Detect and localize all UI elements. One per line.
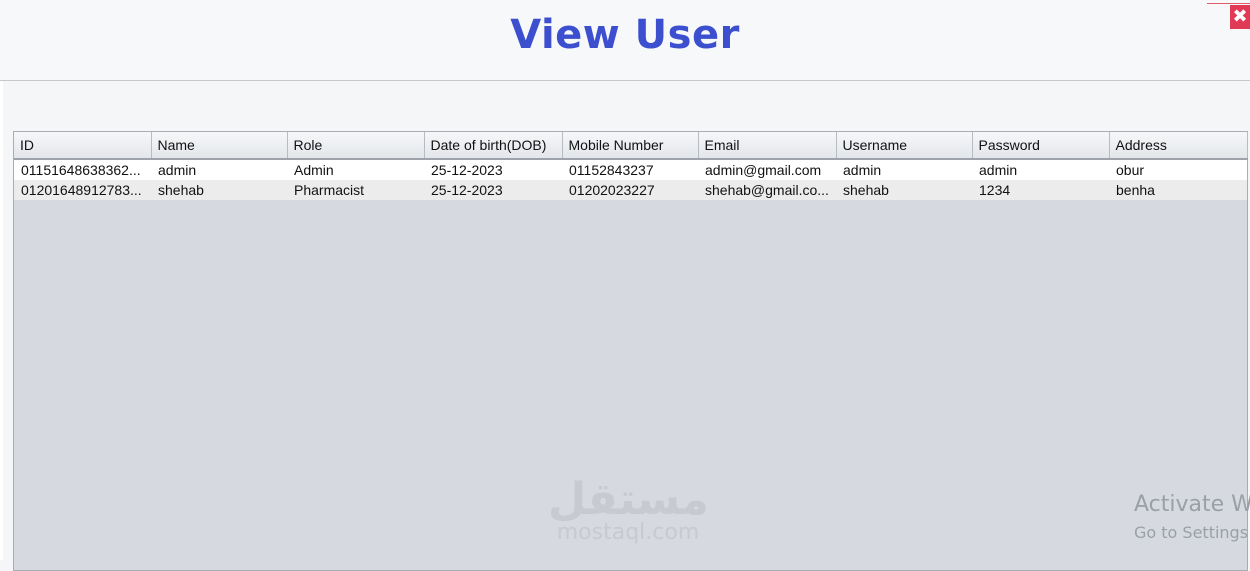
cell-password[interactable]: admin	[972, 159, 1109, 180]
cell-username[interactable]: admin	[836, 159, 972, 180]
cell-name[interactable]: admin	[151, 159, 287, 180]
cell-dob[interactable]: 25-12-2023	[424, 180, 562, 200]
cell-email[interactable]: shehab@gmail.co...	[698, 180, 836, 200]
cell-address[interactable]: obur	[1109, 159, 1247, 180]
cell-mobile[interactable]: 01202023227	[562, 180, 698, 200]
column-header-dob[interactable]: Date of birth(DOB)	[424, 132, 563, 160]
cell-email[interactable]: admin@gmail.com	[698, 159, 836, 180]
table-row[interactable]: 01151648638362... admin Admin 25-12-2023…	[14, 159, 1247, 180]
close-button-border	[1207, 3, 1250, 4]
column-header-name[interactable]: Name	[151, 132, 288, 160]
cell-password[interactable]: 1234	[972, 180, 1109, 200]
cell-address[interactable]: benha	[1109, 180, 1247, 200]
mostaql-watermark: مستقل mostaql.com	[548, 474, 709, 546]
column-header-username[interactable]: Username	[836, 132, 973, 160]
activation-subtitle: Go to Settings	[1134, 523, 1249, 542]
column-header-password[interactable]: Password	[972, 132, 1110, 160]
column-header-email[interactable]: Email	[698, 132, 837, 160]
page-title: View User	[510, 12, 740, 58]
table-header-row: ID Name Role Date of birth(DOB) Mobile N…	[14, 132, 1248, 160]
column-header-id[interactable]: ID	[14, 132, 152, 160]
column-header-address[interactable]: Address	[1109, 132, 1248, 160]
window-header: View User	[0, 0, 1250, 81]
watermark-arabic-text: مستقل	[548, 474, 709, 525]
column-header-role[interactable]: Role	[287, 132, 425, 160]
activation-title: Activate W	[1134, 492, 1250, 517]
table-row[interactable]: 01201648912783... shehab Pharmacist 25-1…	[14, 180, 1247, 200]
windows-activation-notice: Activate W Go to Settings	[1134, 492, 1250, 542]
cell-id[interactable]: 01201648912783...	[14, 180, 151, 200]
cell-username[interactable]: shehab	[836, 180, 972, 200]
watermark-latin-text: mostaql.com	[556, 520, 700, 545]
cell-name[interactable]: shehab	[151, 180, 287, 200]
cell-role[interactable]: Pharmacist	[287, 180, 424, 200]
window-left-edge	[0, 0, 3, 560]
cell-mobile[interactable]: 01152843237	[562, 159, 698, 180]
column-header-mobile[interactable]: Mobile Number	[562, 132, 699, 160]
cell-id[interactable]: 01151648638362...	[14, 159, 151, 180]
close-button[interactable]: ✖	[1230, 5, 1250, 29]
close-icon: ✖	[1232, 6, 1248, 27]
users-table: ID Name Role Date of birth(DOB) Mobile N…	[14, 132, 1248, 200]
cell-role[interactable]: Admin	[287, 159, 424, 180]
cell-dob[interactable]: 25-12-2023	[424, 159, 562, 180]
